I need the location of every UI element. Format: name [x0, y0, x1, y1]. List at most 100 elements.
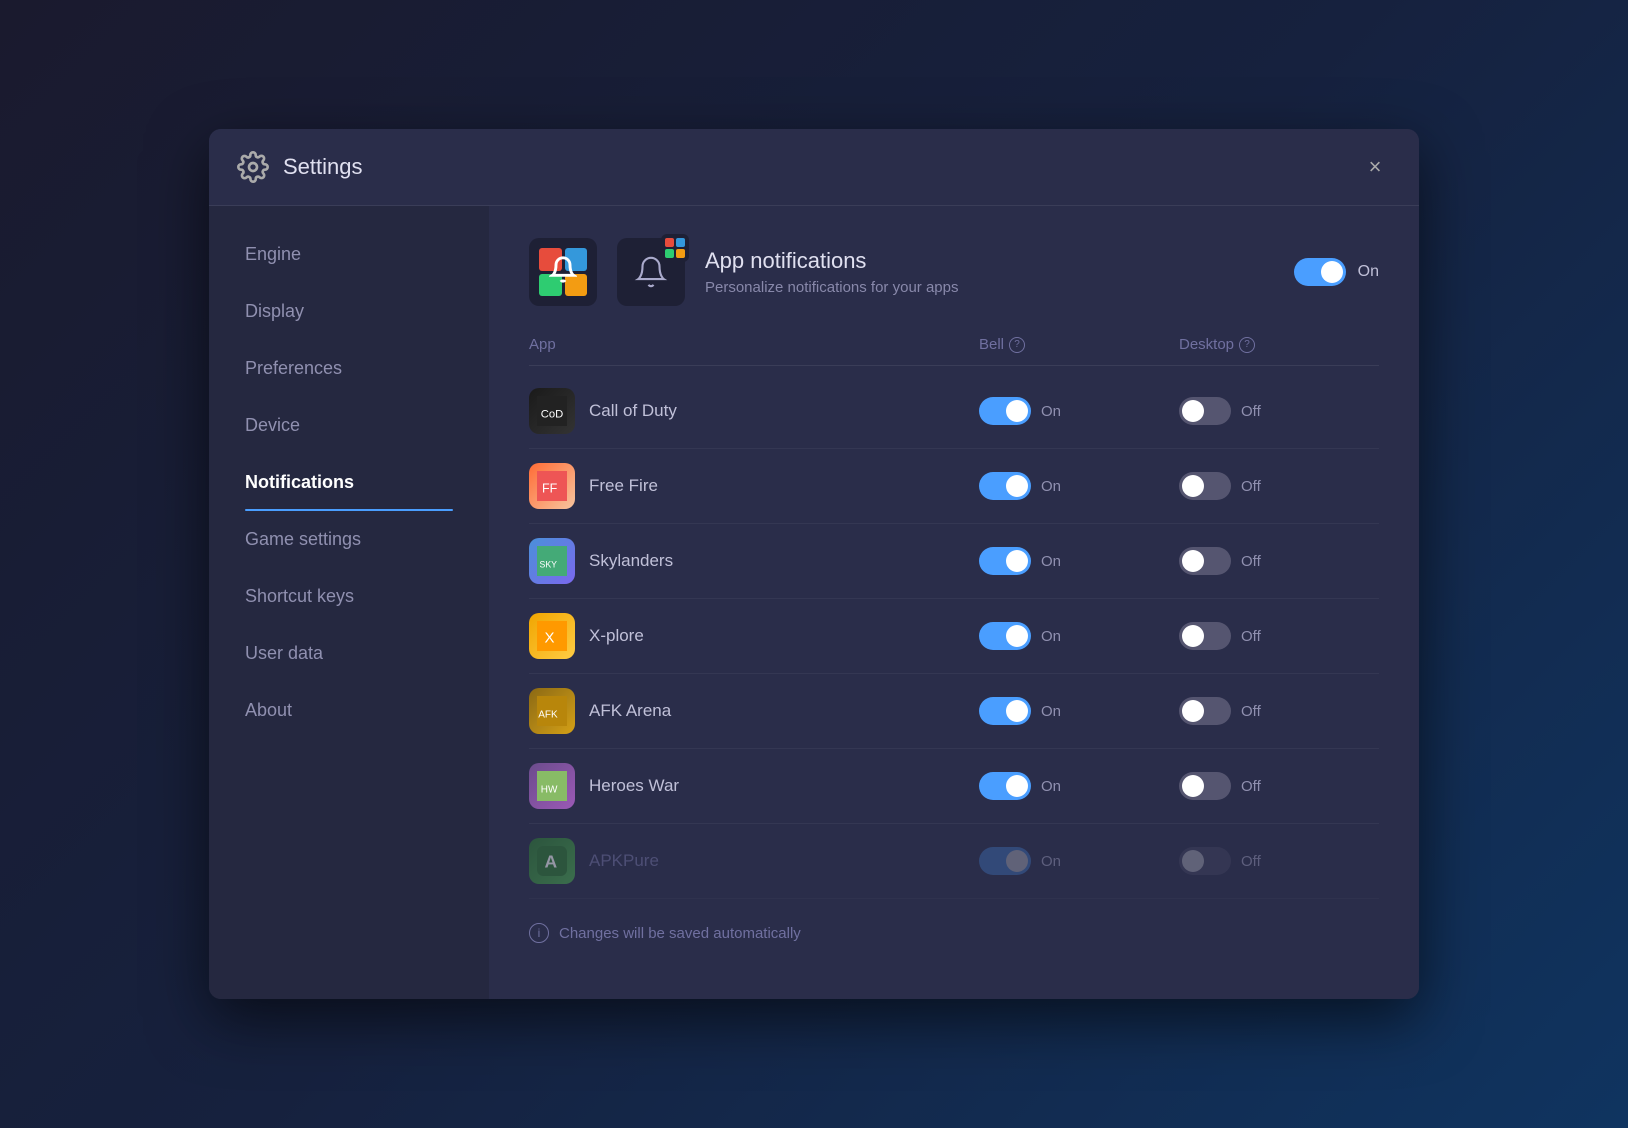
app-icon: A	[529, 838, 575, 884]
desktop-toggle[interactable]	[1179, 397, 1231, 425]
notif-subtitle: Personalize notifications for your apps	[705, 279, 1294, 296]
bell-toggle[interactable]	[979, 472, 1031, 500]
master-toggle-label: On	[1358, 263, 1379, 281]
table-header: App Bell ? Desktop ?	[529, 336, 1379, 366]
bell-info-icon: ?	[1009, 337, 1025, 353]
col-bell-header: Bell ?	[979, 336, 1179, 353]
desktop-cell: Off	[1179, 547, 1379, 575]
bell-cell: On	[979, 697, 1179, 725]
svg-text:SKY: SKY	[540, 559, 558, 569]
settings-dialog: Settings × EngineDisplayPreferencesDevic…	[209, 129, 1419, 999]
desktop-toggle[interactable]	[1179, 622, 1231, 650]
desktop-toggle[interactable]	[1179, 772, 1231, 800]
bell-cell: On	[979, 472, 1179, 500]
app-info: SKY Skylanders	[529, 538, 979, 584]
desktop-toggle[interactable]	[1179, 472, 1231, 500]
app-icon: AFK	[529, 688, 575, 734]
sidebar-item-preferences[interactable]: Preferences	[209, 340, 489, 397]
sidebar-item-about[interactable]: About	[209, 682, 489, 739]
bell-cell: On	[979, 397, 1179, 425]
app-icon: X	[529, 613, 575, 659]
app-rows-container: CoD Call of Duty On Off	[529, 374, 1379, 899]
close-button[interactable]: ×	[1359, 151, 1391, 183]
sidebar-item-display[interactable]: Display	[209, 283, 489, 340]
bell-cell: On	[979, 847, 1179, 875]
bell-label: On	[1041, 403, 1061, 420]
main-content: App notifications Personalize notificati…	[489, 206, 1419, 999]
dialog-header: Settings ×	[209, 129, 1419, 206]
dialog-body: EngineDisplayPreferencesDeviceNotificati…	[209, 206, 1419, 999]
app-icon: HW	[529, 763, 575, 809]
bell-cell: On	[979, 772, 1179, 800]
desktop-label: Off	[1241, 403, 1261, 420]
app-row: FF Free Fire On Off	[529, 449, 1379, 524]
desktop-label: Off	[1241, 778, 1261, 795]
app-name: AFK Arena	[589, 701, 671, 721]
bell-toggle[interactable]	[979, 547, 1031, 575]
master-toggle-wrap: On	[1294, 258, 1379, 286]
bell-toggle[interactable]	[979, 622, 1031, 650]
desktop-toggle[interactable]	[1179, 697, 1231, 725]
bell-toggle[interactable]	[979, 772, 1031, 800]
notif-title: App notifications	[705, 248, 1294, 274]
desktop-toggle[interactable]	[1179, 547, 1231, 575]
bell-toggle[interactable]	[979, 847, 1031, 875]
sidebar-item-engine[interactable]: Engine	[209, 226, 489, 283]
app-info: X X-plore	[529, 613, 979, 659]
svg-text:FF: FF	[542, 481, 558, 495]
svg-text:X: X	[545, 629, 555, 646]
desktop-cell: Off	[1179, 397, 1379, 425]
notifications-header: App notifications Personalize notificati…	[529, 238, 1379, 306]
notif-header-text: App notifications Personalize notificati…	[705, 248, 1294, 296]
footer-info-icon: i	[529, 923, 549, 943]
app-info: HW Heroes War	[529, 763, 979, 809]
bell-toggle[interactable]	[979, 397, 1031, 425]
app-name: X-plore	[589, 626, 644, 646]
desktop-label: Off	[1241, 553, 1261, 570]
app-row: X X-plore On Off	[529, 599, 1379, 674]
app-info: CoD Call of Duty	[529, 388, 979, 434]
app-name: Free Fire	[589, 476, 658, 496]
app-name: Heroes War	[589, 776, 679, 796]
app-name: Call of Duty	[589, 401, 677, 421]
footer-note: i Changes will be saved automatically	[529, 923, 1379, 943]
sidebar-item-device[interactable]: Device	[209, 397, 489, 454]
bell-label: On	[1041, 553, 1061, 570]
app-row: CoD Call of Duty On Off	[529, 374, 1379, 449]
sidebar-item-user-data[interactable]: User data	[209, 625, 489, 682]
svg-text:AFK: AFK	[538, 709, 558, 720]
settings-icon	[237, 151, 269, 183]
app-icon: FF	[529, 463, 575, 509]
sidebar-item-notifications[interactable]: Notifications	[209, 454, 489, 511]
bell-toggle[interactable]	[979, 697, 1031, 725]
desktop-cell: Off	[1179, 622, 1379, 650]
col-app-header: App	[529, 336, 979, 353]
desktop-label: Off	[1241, 478, 1261, 495]
bell-cell: On	[979, 622, 1179, 650]
svg-text:CoD: CoD	[541, 408, 564, 420]
footer-note-text: Changes will be saved automatically	[559, 925, 801, 942]
sidebar-item-game-settings[interactable]: Game settings	[209, 511, 489, 568]
app-row: HW Heroes War On Off	[529, 749, 1379, 824]
bell-label: On	[1041, 853, 1061, 870]
bell-label: On	[1041, 478, 1061, 495]
app-icon: SKY	[529, 538, 575, 584]
bell-cell: On	[979, 547, 1179, 575]
app-info: AFK AFK Arena	[529, 688, 979, 734]
bell-label: On	[1041, 628, 1061, 645]
master-toggle[interactable]	[1294, 258, 1346, 286]
app-info: FF Free Fire	[529, 463, 979, 509]
app-row: AFK AFK Arena On Off	[529, 674, 1379, 749]
bell-label: On	[1041, 778, 1061, 795]
app-row: SKY Skylanders On Off	[529, 524, 1379, 599]
app-row: A APKPure On Off	[529, 824, 1379, 899]
desktop-cell: Off	[1179, 697, 1379, 725]
app-name: Skylanders	[589, 551, 673, 571]
dialog-title: Settings	[283, 154, 363, 180]
desktop-toggle[interactable]	[1179, 847, 1231, 875]
sidebar-item-shortcut-keys[interactable]: Shortcut keys	[209, 568, 489, 625]
app-name: APKPure	[589, 851, 659, 871]
bell-label: On	[1041, 703, 1061, 720]
desktop-label: Off	[1241, 853, 1261, 870]
svg-text:A: A	[545, 851, 558, 871]
